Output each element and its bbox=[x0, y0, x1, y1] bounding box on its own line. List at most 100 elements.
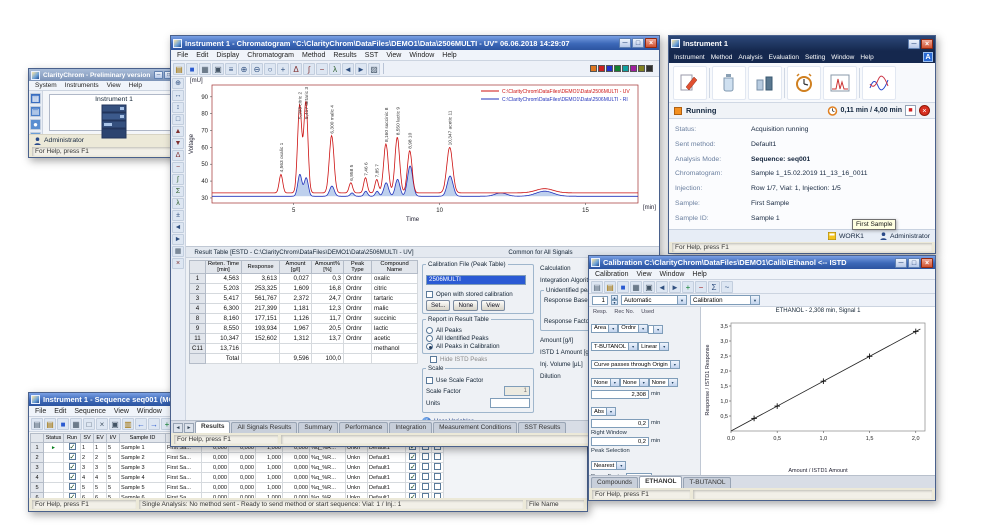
menu-edit[interactable]: Edit bbox=[50, 408, 70, 415]
chromatogram-svg[interactable]: 30405060708090510154,563 oxalic 15,203 c… bbox=[186, 77, 660, 229]
autoscale-icon[interactable]: □ bbox=[172, 114, 184, 125]
checkbox[interactable] bbox=[409, 453, 416, 460]
print-preview-icon[interactable]: □ bbox=[83, 418, 95, 430]
integrate-icon[interactable]: ∫ bbox=[172, 174, 184, 185]
use-scale-factor-checkbox[interactable]: Use Scale Factor bbox=[426, 377, 530, 384]
menu-edit[interactable]: Edit bbox=[192, 52, 212, 59]
sequence-column-header[interactable]: I/V bbox=[107, 434, 120, 443]
properties-icon[interactable]: ▨ bbox=[368, 63, 380, 75]
minimize-button[interactable]: ─ bbox=[154, 71, 163, 79]
sequence-row[interactable]: 2225Sample 2First Sa...0,0000,0001,0000,… bbox=[31, 453, 444, 463]
copy-icon[interactable]: ▣ bbox=[212, 63, 224, 75]
signal-color-swatch[interactable] bbox=[622, 65, 629, 72]
checkbox[interactable] bbox=[434, 483, 441, 490]
sequence-row[interactable]: 3335Sample 3First Sa...0,0000,0001,0000,… bbox=[31, 463, 444, 473]
compound-property-select[interactable]: None▼ bbox=[620, 378, 649, 387]
save-icon[interactable]: ■ bbox=[617, 281, 629, 293]
single-analysis-button[interactable] bbox=[712, 66, 746, 100]
valley-icon[interactable]: Δ bbox=[172, 150, 184, 161]
previous-compound-icon[interactable]: ◄ bbox=[656, 281, 668, 293]
checkbox[interactable] bbox=[69, 453, 76, 460]
calibration-curve-plot[interactable]: ETHANOL - 2,308 min, Signal 1 0,51,01,52… bbox=[701, 307, 935, 475]
plusminus-icon[interactable]: ± bbox=[172, 210, 184, 221]
menu-window[interactable]: Window bbox=[656, 271, 689, 278]
result-column-header[interactable]: Amount [g/l] bbox=[280, 261, 312, 274]
stop-button[interactable]: ■ bbox=[905, 105, 916, 116]
signal-color-swatch[interactable] bbox=[598, 65, 605, 72]
workspace-label[interactable]: WORK1 bbox=[839, 233, 864, 240]
units-input[interactable] bbox=[490, 398, 530, 408]
checkbox[interactable] bbox=[409, 493, 416, 498]
users-icon[interactable]: ● bbox=[30, 119, 41, 130]
compound-property-select[interactable]: None▼ bbox=[649, 378, 678, 387]
checkbox[interactable] bbox=[426, 377, 433, 384]
sequence-column-header[interactable]: Sample ID bbox=[120, 434, 166, 443]
copy-icon[interactable]: ▣ bbox=[643, 281, 655, 293]
user-variables-button[interactable]: i User Variables bbox=[422, 417, 534, 420]
maximize-button[interactable]: □ bbox=[908, 258, 920, 268]
compound-property-select[interactable]: None▼ bbox=[591, 378, 620, 387]
menu-view[interactable]: View bbox=[103, 82, 125, 89]
result-row[interactable]: 46,300217,3991,18112,3Ordnrmalic bbox=[190, 304, 418, 314]
compound-property-select[interactable]: Nearest▼ bbox=[591, 461, 626, 470]
menu-sst[interactable]: SST bbox=[361, 52, 383, 59]
peak-end-icon[interactable]: ▼ bbox=[172, 138, 184, 149]
copy-icon[interactable]: ▣ bbox=[109, 418, 121, 430]
zoom-tool-icon[interactable]: ⊕ bbox=[172, 78, 184, 89]
checkbox[interactable] bbox=[69, 463, 76, 470]
undo-icon[interactable]: ← bbox=[135, 418, 147, 430]
result-column-header[interactable] bbox=[190, 261, 206, 274]
checkbox[interactable] bbox=[69, 443, 76, 450]
minimize-button[interactable]: ─ bbox=[908, 39, 920, 49]
unzoom-icon[interactable]: ○ bbox=[264, 63, 276, 75]
menu-setting[interactable]: Setting bbox=[802, 54, 828, 61]
right-icon[interactable]: ► bbox=[172, 234, 184, 245]
baseline-tool-icon[interactable]: − bbox=[172, 162, 184, 173]
menu-file[interactable]: File bbox=[173, 52, 192, 59]
all-peaks-in-calibration-radio[interactable]: All Peaks in Calibration bbox=[426, 343, 530, 350]
chromatogram-plot[interactable]: 30405060708090510154,563 oxalic 15,203 c… bbox=[186, 77, 659, 246]
all-peaks-radio[interactable]: All Peaks bbox=[426, 327, 530, 334]
chromatogram-titlebar[interactable]: Instrument 1 - Chromatogram "C:\ClarityC… bbox=[171, 36, 659, 50]
sequence-column-header[interactable]: Status bbox=[44, 434, 64, 443]
sequence-row[interactable]: 4445Sample 4First Sa...0,0000,0001,0000,… bbox=[31, 473, 444, 483]
all-identified-peaks-radio[interactable]: All Identified Peaks bbox=[426, 335, 530, 342]
result-row[interactable]: Total9,596100,0 bbox=[190, 354, 418, 364]
open-chromatogram-icon[interactable]: ▤ bbox=[173, 63, 185, 75]
menu-sequence[interactable]: Sequence bbox=[70, 408, 110, 415]
device-monitor-button[interactable] bbox=[787, 66, 821, 100]
checkbox[interactable] bbox=[422, 463, 429, 470]
result-row[interactable]: 88,160177,1511,12611,7Ordnrsuccinic bbox=[190, 314, 418, 324]
checkbox[interactable] bbox=[69, 493, 76, 498]
overlay-icon[interactable]: ≡ bbox=[225, 63, 237, 75]
print-icon[interactable]: ▦ bbox=[630, 281, 642, 293]
open-calibration-icon[interactable]: ▤ bbox=[604, 281, 616, 293]
view-button[interactable]: View bbox=[481, 300, 504, 311]
a-badge-icon[interactable]: A bbox=[923, 52, 933, 62]
sequence-column-header[interactable]: SV bbox=[81, 434, 94, 443]
new-sequence-icon[interactable]: ▤ bbox=[31, 418, 43, 430]
calibration-icon[interactable]: λ bbox=[329, 63, 341, 75]
clarity-main-titlebar[interactable]: ClarityChrom - Preliminary version ─ □ × bbox=[29, 69, 185, 81]
sequence-button[interactable] bbox=[748, 66, 782, 100]
sequence-row[interactable]: 5555Sample 5First Sa...0,0000,0001,0000,… bbox=[31, 483, 444, 493]
checkbox[interactable] bbox=[409, 473, 416, 480]
checkbox[interactable] bbox=[422, 493, 429, 498]
spin-down-icon[interactable]: ▼ bbox=[611, 300, 618, 305]
menu-help[interactable]: Help bbox=[857, 54, 876, 61]
set-button[interactable]: Set... bbox=[426, 300, 450, 311]
compound-property-select[interactable]: ▼ bbox=[648, 325, 663, 334]
checkbox[interactable] bbox=[426, 291, 433, 298]
compound-property-select[interactable]: Linear▼ bbox=[638, 342, 669, 351]
menu-analysis[interactable]: Analysis bbox=[735, 54, 765, 61]
view-mode-select[interactable]: Calibration▼ bbox=[690, 295, 760, 305]
compound-property-select[interactable]: Curve passes through Origin▼ bbox=[591, 360, 680, 369]
baseline-icon[interactable]: − bbox=[316, 63, 328, 75]
new-calibration-icon[interactable]: ▤ bbox=[591, 281, 603, 293]
checkbox[interactable] bbox=[434, 473, 441, 480]
tab-scroll-right[interactable]: ► bbox=[184, 423, 194, 433]
menu-file[interactable]: File bbox=[31, 408, 50, 415]
sequence-column-header[interactable]: EV bbox=[94, 434, 107, 443]
menu-display[interactable]: Display bbox=[212, 52, 243, 59]
tab-scroll-left[interactable]: ◄ bbox=[173, 423, 183, 433]
